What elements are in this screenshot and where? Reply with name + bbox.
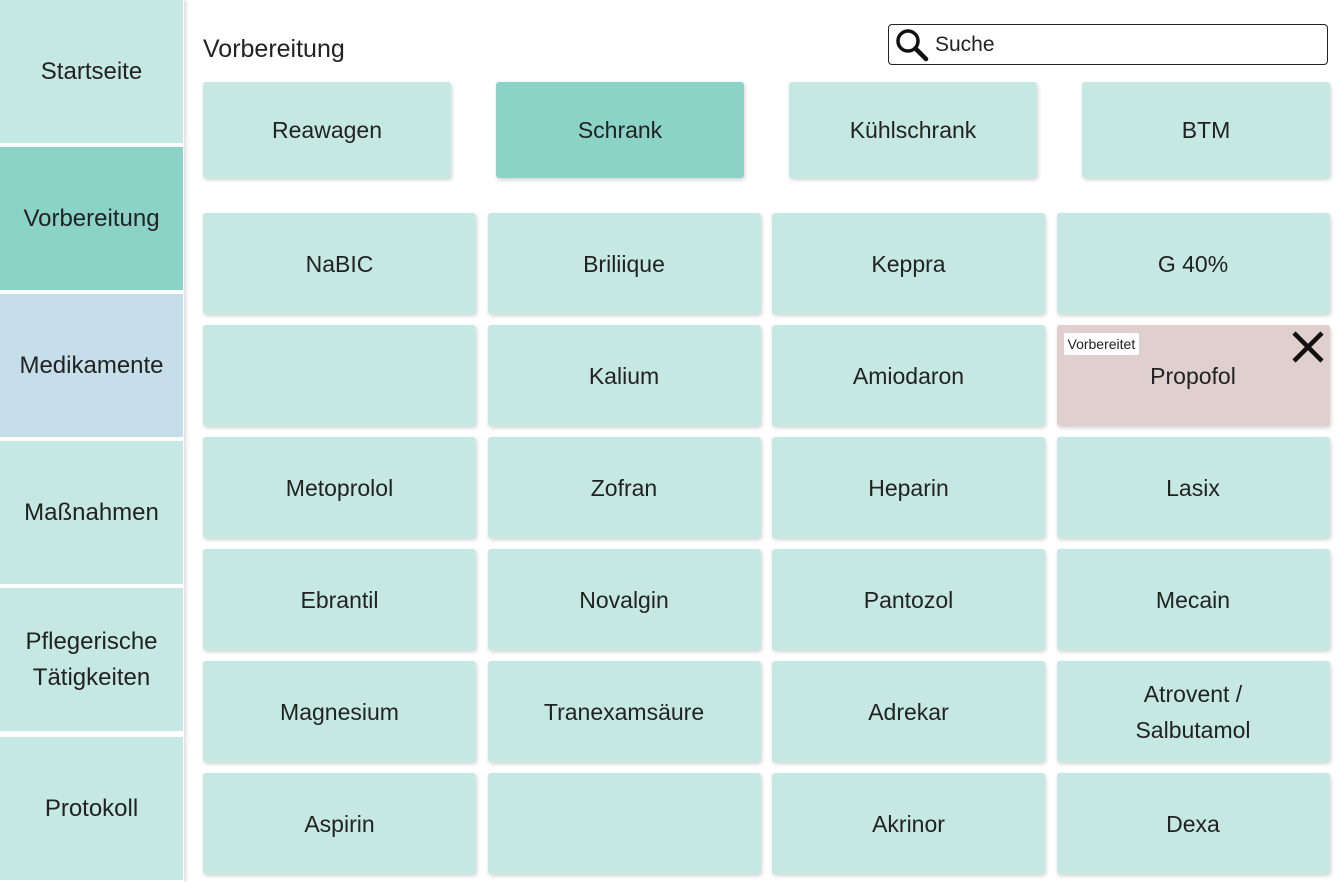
search-icon[interactable]	[893, 26, 931, 64]
tab-btm[interactable]: BTM	[1082, 82, 1330, 178]
medication-tile-empty[interactable]	[203, 325, 476, 426]
sidebar: Startseite Vorbereitung Medikamente Maßn…	[0, 0, 184, 882]
tab-schrank[interactable]: Schrank	[496, 82, 744, 178]
medication-tile[interactable]: Adrekar	[772, 661, 1045, 762]
page-title: Vorbereitung	[203, 35, 345, 63]
sidebar-item-startseite[interactable]: Startseite	[0, 0, 183, 145]
sidebar-item-medikamente[interactable]: Medikamente	[0, 294, 183, 439]
medication-tile-label: Propofol	[1150, 362, 1236, 389]
sidebar-item-massnahmen[interactable]: Maßnahmen	[0, 441, 183, 586]
medication-tile[interactable]: Akrinor	[772, 773, 1045, 874]
medication-tile[interactable]: Zofran	[487, 437, 761, 538]
tab-kuehlschrank[interactable]: Kühlschrank	[789, 82, 1037, 178]
search-box[interactable]	[888, 24, 1328, 65]
medication-tile[interactable]: Briliique	[487, 213, 761, 314]
medication-tile[interactable]: G 40%	[1056, 213, 1330, 314]
app: Startseite Vorbereitung Medikamente Maßn…	[0, 0, 1341, 882]
search-input[interactable]	[931, 32, 1315, 57]
close-icon[interactable]	[1290, 329, 1326, 365]
medication-tile[interactable]: Dexa	[1056, 773, 1330, 874]
medication-tile[interactable]: Atrovent / Salbutamol	[1056, 661, 1330, 762]
medication-tile[interactable]: Ebrantil	[203, 549, 476, 650]
medication-tile[interactable]: Pantozol	[772, 549, 1045, 650]
medication-tile[interactable]: Keppra	[772, 213, 1045, 314]
medication-tile[interactable]: Metoprolol	[203, 437, 476, 538]
medication-tile[interactable]: Heparin	[772, 437, 1045, 538]
medication-tile[interactable]: Lasix	[1056, 437, 1330, 538]
sidebar-item-vorbereitung[interactable]: Vorbereitung	[0, 147, 183, 292]
medication-tile-empty[interactable]	[487, 773, 761, 874]
category-tabs: Reawagen Schrank Kühlschrank BTM	[203, 82, 1331, 178]
medication-tile[interactable]: Kalium	[487, 325, 761, 426]
medication-tile-prepared[interactable]: Vorbereitet Propofol	[1056, 325, 1330, 426]
medication-tile[interactable]: Novalgin	[487, 549, 761, 650]
medication-tile[interactable]: Magnesium	[203, 661, 476, 762]
sidebar-item-protokoll[interactable]: Protokoll	[0, 737, 183, 882]
sidebar-item-pflegerische-taetigkeiten[interactable]: Pflegerische Tätigkeiten	[0, 588, 183, 733]
tab-reawagen[interactable]: Reawagen	[203, 82, 451, 178]
medication-tile[interactable]: NaBIC	[203, 213, 476, 314]
medication-tile[interactable]: Aspirin	[203, 773, 476, 874]
medication-tile[interactable]: Amiodaron	[772, 325, 1045, 426]
prepared-badge: Vorbereitet	[1063, 333, 1140, 355]
medication-tile[interactable]: Tranexamsäure	[487, 661, 761, 762]
medication-grid: NaBIC Briliique Keppra G 40% Kalium Amio…	[203, 213, 1331, 874]
medication-tile[interactable]: Mecain	[1056, 549, 1330, 650]
